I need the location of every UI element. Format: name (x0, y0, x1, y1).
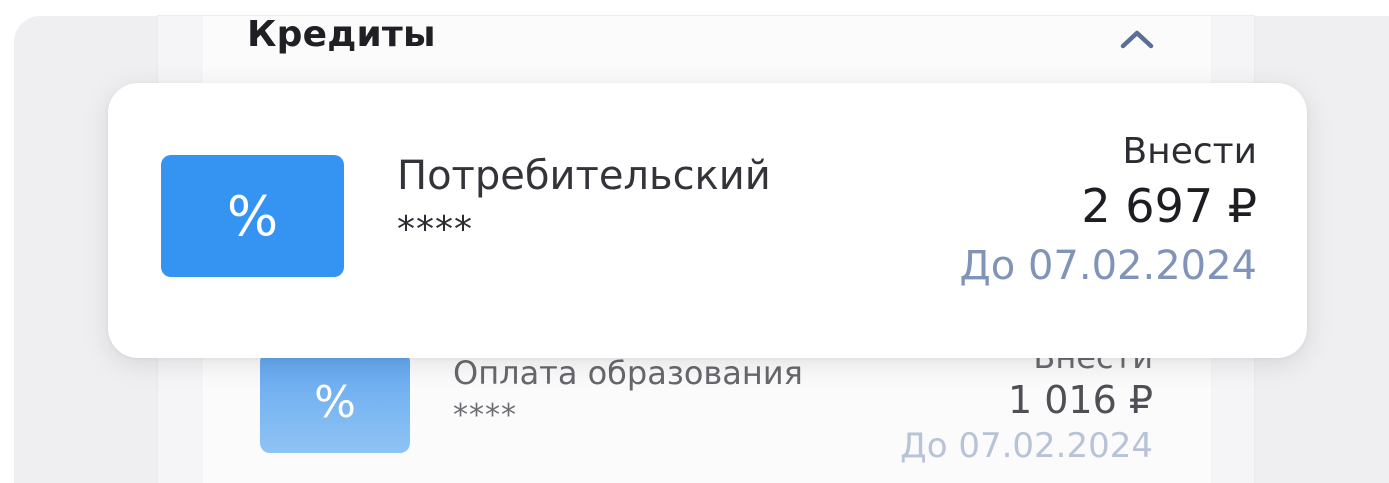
percent-icon: % (260, 352, 410, 453)
section-title: Кредиты (247, 14, 436, 55)
loan-masked-number: **** (453, 398, 517, 433)
due-date: До 07.02.2024 (900, 426, 1153, 466)
percent-icon: % (161, 155, 344, 277)
pay-label: Внести (1122, 131, 1257, 172)
loan-name: Потребительский (397, 153, 771, 199)
loans-screen: Кредиты % Оплата образования **** Внести… (0, 0, 1389, 483)
chevron-up-icon (1120, 30, 1154, 49)
collapse-section-button[interactable] (1117, 24, 1157, 54)
loan-name: Оплата образования (453, 354, 803, 392)
payment-amount: 1 016 ₽ (1007, 378, 1153, 422)
loan-card-consumer[interactable]: % Потребительский **** Внести 2 697 ₽ До… (108, 83, 1307, 358)
payment-amount: 2 697 ₽ (1081, 179, 1257, 233)
loan-masked-number: **** (397, 209, 473, 250)
due-date: До 07.02.2024 (959, 243, 1257, 289)
